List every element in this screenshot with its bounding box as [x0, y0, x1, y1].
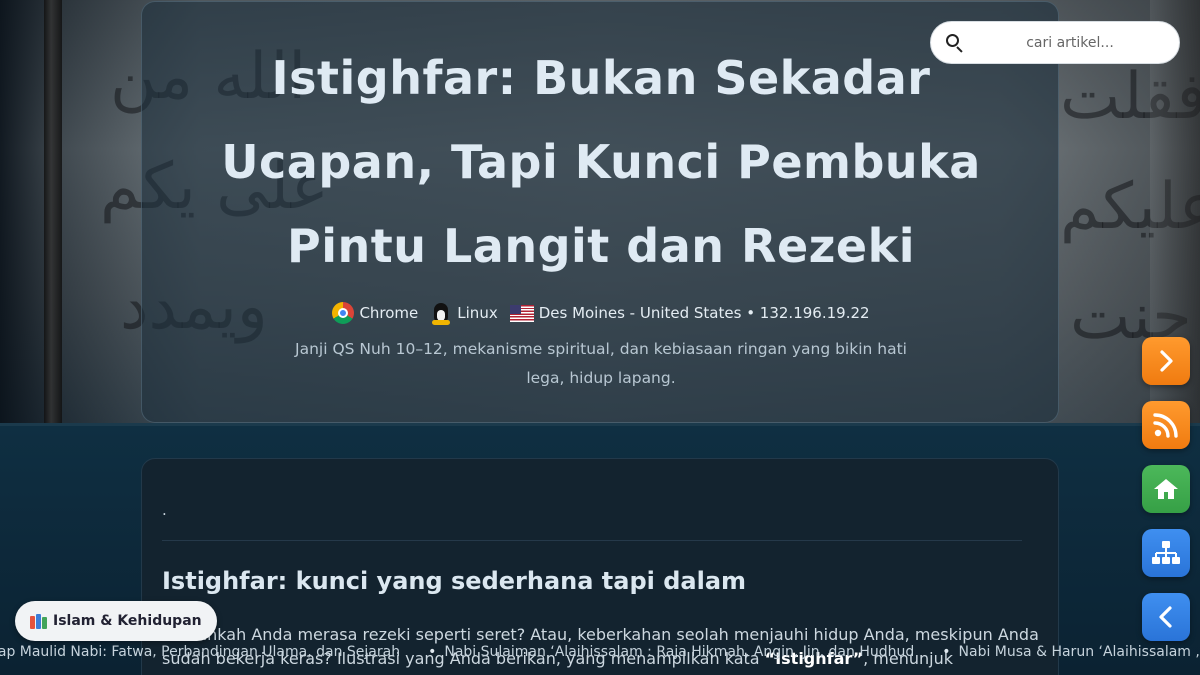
sitemap-icon	[1152, 541, 1180, 564]
article-content: . Istighfar: kunci yang sederhana tapi d…	[141, 458, 1059, 675]
meta-location-label: Des Moines - United States • 132.196.19.…	[538, 304, 870, 322]
us-flag-icon	[509, 304, 534, 322]
meta-location: Des Moines - United States • 132.196.19.…	[509, 304, 870, 322]
ticker-item[interactable]: Nabi Musa & Harun ‘Alaihissalam , Ke	[942, 644, 1200, 660]
linux-tux-icon	[430, 301, 452, 325]
rss-feed-button[interactable]	[1142, 401, 1190, 449]
content-dot: .	[162, 501, 167, 519]
chrome-icon	[332, 302, 355, 324]
hero-card: Istighfar: Bukan Sekadar Ucapan, Tapi Ku…	[141, 1, 1059, 423]
content-divider	[162, 540, 1022, 541]
news-ticker: kap Maulid Nabi: Fatwa, Perbandingan Ula…	[0, 644, 1200, 664]
meta-browser: Chrome	[332, 302, 418, 324]
search-input[interactable]	[975, 30, 1165, 56]
category-label: Islam & Kehidupan	[53, 613, 202, 629]
books-icon	[30, 613, 47, 629]
search-box[interactable]	[930, 21, 1180, 64]
chevron-right-icon	[1160, 350, 1173, 372]
rss-icon	[1153, 413, 1178, 438]
chevron-left-icon	[1159, 606, 1172, 628]
ticker-item[interactable]: kap Maulid Nabi: Fatwa, Perbandingan Ula…	[0, 644, 428, 660]
book-spine-shadow	[44, 0, 62, 425]
article-title: Istighfar: Bukan Sekadar Ucapan, Tapi Ku…	[221, 51, 981, 273]
sitemap-button[interactable]	[1142, 529, 1190, 577]
home-icon	[1154, 479, 1178, 499]
ticker-item[interactable]: Nabi Sulaiman ‘Alaihissalam : Raja Hikma…	[428, 644, 942, 660]
section-heading: Istighfar: kunci yang sederhana tapi dal…	[162, 567, 747, 595]
meta-os-label: Linux	[457, 304, 498, 322]
meta-browser-label: Chrome	[359, 304, 419, 322]
category-button[interactable]: Islam & Kehidupan	[15, 601, 217, 641]
home-button[interactable]	[1142, 465, 1190, 513]
search-icon[interactable]	[946, 34, 964, 53]
visitor-meta: Chrome Linux Des Moines - United States …	[142, 299, 1060, 327]
next-article-button[interactable]	[1142, 337, 1190, 385]
article-subtitle: Janji QS Nuh 10–12, mekanisme spiritual,…	[295, 340, 907, 387]
back-button[interactable]	[1142, 593, 1190, 641]
meta-os: Linux	[430, 301, 498, 325]
